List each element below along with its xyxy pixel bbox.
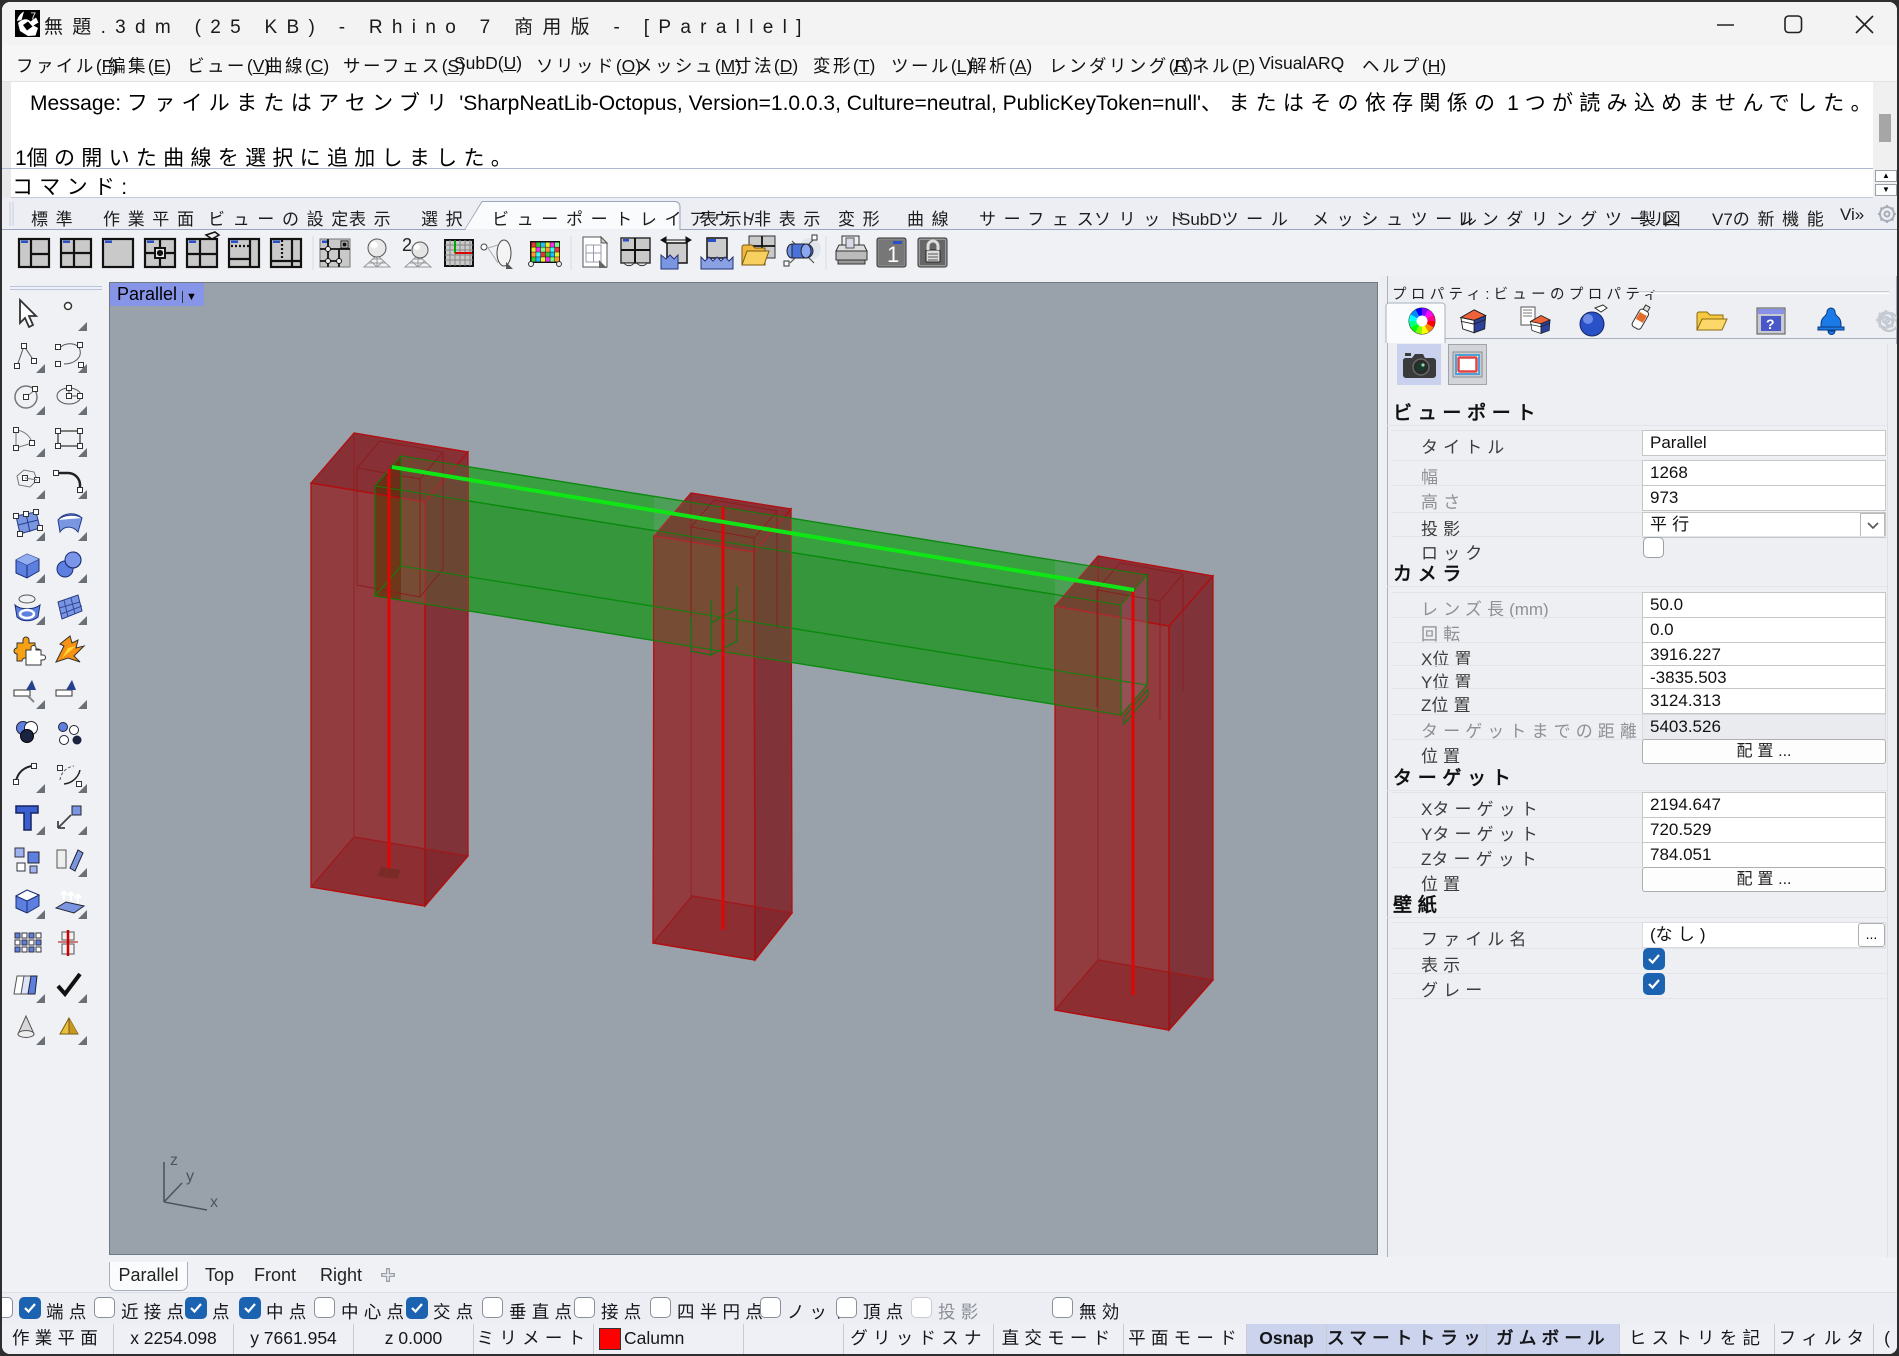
svg-text:1: 1 <box>887 242 899 267</box>
svg-text:z: z <box>170 1152 178 1169</box>
svg-text:7: 7 <box>31 12 37 23</box>
svg-text:?: ? <box>1766 316 1775 332</box>
svg-text:y: y <box>186 1168 194 1185</box>
svg-text:x: x <box>210 1194 218 1211</box>
svg-text:2: 2 <box>402 235 412 255</box>
